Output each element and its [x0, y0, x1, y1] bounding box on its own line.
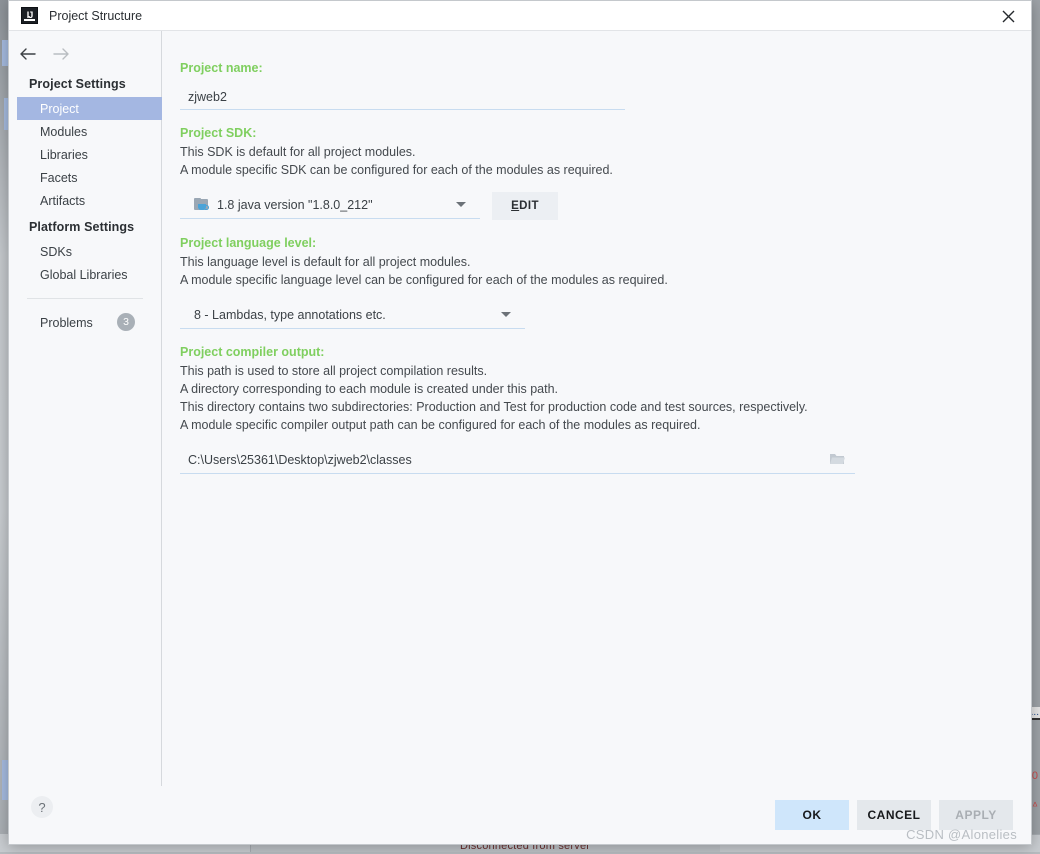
dialog-action-buttons: OK CANCEL APPLY	[775, 800, 1013, 830]
chevron-down-icon	[501, 312, 511, 317]
spacer	[162, 220, 1031, 236]
project-sdk-value: 1.8 java version "1.8.0_212"	[217, 198, 373, 212]
language-level-title: Project language level:	[180, 236, 1013, 250]
sidebar-item-label: Facets	[40, 171, 78, 185]
settings-sidebar: Project Settings Project Modules Librari…	[9, 31, 162, 786]
section-compiler-output: Project compiler output: This path is us…	[162, 345, 1031, 474]
folder-browse-icon[interactable]	[829, 452, 845, 471]
compiler-output-value: C:\Users\25361\Desktop\zjweb2\classes	[188, 453, 412, 467]
section-project-sdk: Project SDK: This SDK is default for all…	[162, 126, 1031, 220]
problems-count-badge: 3	[117, 313, 135, 331]
close-icon[interactable]	[985, 1, 1031, 31]
spacer	[162, 110, 1031, 126]
ok-label: OK	[803, 808, 822, 822]
java-sdk-folder-icon	[194, 198, 210, 212]
help-label: ?	[38, 800, 45, 815]
dialog-title: Project Structure	[49, 9, 142, 23]
spacer	[162, 329, 1031, 345]
project-name-title: Project name:	[180, 61, 1013, 75]
language-level-desc-1: This language level is default for all p…	[180, 253, 1013, 271]
chevron-down-icon	[456, 202, 466, 207]
project-name-input[interactable]: zjweb2	[180, 85, 625, 110]
project-sdk-dropdown[interactable]: 1.8 java version "1.8.0_212"	[180, 191, 480, 219]
sidebar-item-label: Artifacts	[40, 194, 85, 208]
sidebar-group-project-settings: Project Settings	[9, 69, 161, 97]
apply-button: APPLY	[939, 800, 1013, 830]
language-level-value: 8 - Lambdas, type annotations etc.	[194, 308, 386, 322]
sidebar-divider	[27, 298, 143, 299]
sidebar-item-modules[interactable]: Modules	[9, 120, 161, 143]
watermark: CSDN @Alonelies	[906, 827, 1017, 842]
sidebar-item-label: Modules	[40, 125, 87, 139]
cancel-label: CANCEL	[868, 808, 921, 822]
sidebar-item-project[interactable]: Project	[17, 97, 170, 120]
compiler-output-desc-4: A module specific compiler output path c…	[180, 416, 1013, 434]
sidebar-item-global-libraries[interactable]: Global Libraries	[9, 263, 161, 286]
compiler-output-title: Project compiler output:	[180, 345, 1013, 359]
ok-button[interactable]: OK	[775, 800, 849, 830]
edit-sdk-label: EDIT	[511, 200, 539, 212]
sidebar-item-sdks[interactable]: SDKs	[9, 240, 161, 263]
apply-label: APPLY	[955, 808, 996, 822]
background-red-marker-a: 0	[1032, 770, 1038, 782]
help-button[interactable]: ?	[31, 796, 53, 818]
project-sdk-desc-2: A module specific SDK can be configured …	[180, 161, 1013, 179]
sidebar-item-artifacts[interactable]: Artifacts	[9, 189, 161, 212]
compiler-output-desc-2: A directory corresponding to each module…	[180, 380, 1013, 398]
sidebar-item-libraries[interactable]: Libraries	[9, 143, 161, 166]
compiler-output-input[interactable]: C:\Users\25361\Desktop\zjweb2\classes	[180, 446, 855, 474]
sidebar-item-label: Project	[40, 102, 79, 116]
project-name-value: zjweb2	[180, 90, 227, 104]
sidebar-item-label: Global Libraries	[40, 268, 128, 282]
sidebar-item-label: SDKs	[40, 245, 72, 259]
sidebar-item-label: Problems	[40, 316, 93, 330]
project-structure-dialog: IJ Project Structure	[8, 0, 1032, 845]
navigation-arrows	[9, 39, 161, 69]
language-level-dropdown[interactable]: 8 - Lambdas, type annotations etc.	[180, 301, 525, 329]
dialog-footer: ? OK CANCEL APPLY CSDN @Alonelies	[9, 786, 1031, 844]
compiler-output-desc-1: This path is used to store all project c…	[180, 362, 1013, 380]
dialog-titlebar: IJ Project Structure	[9, 1, 1031, 31]
project-sdk-row: 1.8 java version "1.8.0_212" EDIT	[180, 191, 1013, 220]
section-project-name: Project name: zjweb2	[162, 61, 1031, 110]
arrow-right-icon[interactable]	[51, 44, 71, 64]
sidebar-item-problems[interactable]: Problems 3	[9, 311, 161, 334]
compiler-output-desc-3: This directory contains two subdirectori…	[180, 398, 1013, 416]
sidebar-group-platform-settings: Platform Settings	[9, 212, 161, 240]
background-red-marker-b: ᐞ	[1032, 800, 1038, 813]
sidebar-item-label: Libraries	[40, 148, 88, 162]
edit-sdk-button[interactable]: EDIT	[492, 192, 558, 220]
settings-content-pane: Project name: zjweb2 Project SDK: This S…	[162, 31, 1031, 786]
arrow-left-icon[interactable]	[17, 44, 37, 64]
language-level-desc-2: A module specific language level can be …	[180, 271, 1013, 289]
project-sdk-title: Project SDK:	[180, 126, 1013, 140]
sidebar-item-facets[interactable]: Facets	[9, 166, 161, 189]
project-sdk-desc-1: This SDK is default for all project modu…	[180, 143, 1013, 161]
dialog-body: Project Settings Project Modules Librari…	[9, 31, 1031, 786]
cancel-button[interactable]: CANCEL	[857, 800, 931, 830]
intellij-idea-icon: IJ	[21, 7, 38, 24]
section-language-level: Project language level: This language le…	[162, 236, 1031, 329]
